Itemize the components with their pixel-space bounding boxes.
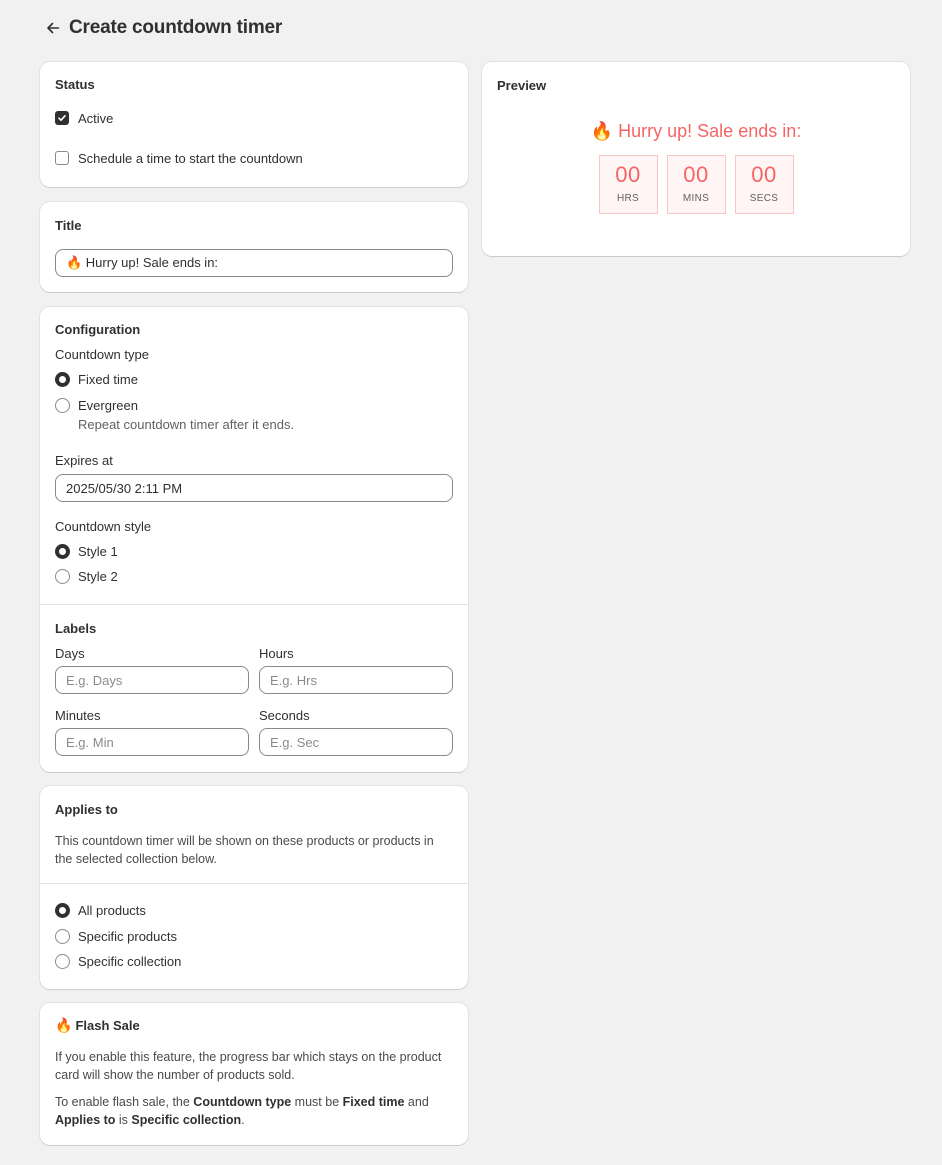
radio-style-2[interactable]: Style 2 (55, 566, 453, 586)
page-title: Create countdown timer (69, 17, 283, 38)
radio-style-1-control[interactable] (55, 543, 70, 559)
countdown-type-label: Countdown type (55, 347, 149, 362)
radio-specific-products-control[interactable] (55, 928, 70, 944)
radio-all-products[interactable]: All products (55, 900, 453, 920)
expires-at-value: 2025/05/30 2:11 PM (66, 480, 183, 496)
back-button[interactable] (40, 15, 66, 41)
title-card-heading: Title (55, 218, 82, 233)
active-checkbox[interactable] (55, 111, 69, 125)
radio-style-1[interactable]: Style 1 (55, 541, 453, 561)
radio-style-2-label: Style 2 (78, 568, 118, 584)
applies-to-title: Applies to (55, 802, 118, 817)
preview-title: Preview (497, 78, 547, 93)
flash-sale-title-row: 🔥 Flash Sale (55, 1017, 453, 1034)
expires-at-label: Expires at (55, 453, 113, 468)
radio-specific-products[interactable]: Specific products (55, 926, 453, 946)
radio-style-1-label: Style 1 (78, 543, 118, 559)
arrow-left-icon (47, 22, 60, 34)
flash-sale-strong: Specific collection (131, 1113, 242, 1127)
timer-minutes-value: 00 (683, 162, 709, 187)
radio-specific-products-label: Specific products (78, 928, 177, 944)
radio-specific-collection-label: Specific collection (78, 953, 182, 969)
flash-sale-text: and (404, 1095, 429, 1109)
radio-all-products-control[interactable] (55, 902, 70, 918)
radio-fixed-time[interactable]: Fixed time (55, 369, 453, 389)
timer-seconds-label: SECS (749, 193, 779, 204)
flash-sale-text: must be (291, 1095, 343, 1109)
flash-sale-strong: Fixed time (342, 1095, 405, 1109)
radio-specific-collection-control[interactable] (55, 953, 70, 969)
active-checkbox-row[interactable]: Active (55, 108, 453, 128)
seconds-label: Seconds (259, 708, 310, 723)
radio-evergreen[interactable]: Evergreen (55, 395, 453, 415)
radio-specific-collection[interactable]: Specific collection (55, 951, 453, 971)
flash-sale-strong: Countdown type (193, 1095, 292, 1109)
radio-evergreen-control[interactable] (55, 397, 70, 413)
status-card: Status Active Schedule a time to start t… (40, 62, 468, 187)
flash-sale-text: is (115, 1113, 132, 1127)
status-title: Status (55, 77, 95, 92)
days-input[interactable] (55, 666, 249, 694)
preview-card: Preview 🔥 Hurry up! Sale ends in: 00 HRS… (482, 62, 910, 256)
schedule-checkbox-row[interactable]: Schedule a time to start the countdown (55, 148, 453, 168)
labels-title: Labels (55, 621, 97, 636)
schedule-checkbox[interactable] (55, 151, 69, 165)
timer-minutes: 00 MINS (666, 155, 726, 214)
preview-heading: 🔥 Hurry up! Sale ends in: (590, 121, 802, 141)
configuration-title: Configuration (55, 322, 141, 337)
applies-to-card: Applies to This countdown timer will be … (40, 786, 468, 989)
flash-sale-card: 🔥 Flash Sale If you enable this feature,… (40, 1003, 468, 1145)
radio-style-2-control[interactable] (55, 568, 70, 584)
timer-minutes-label: MINS (682, 193, 710, 204)
flash-sale-text: To enable flash sale, the (55, 1095, 194, 1109)
timer-hours-label: HRS (616, 193, 639, 204)
radio-fixed-time-label: Fixed time (78, 371, 138, 387)
flash-sale-paragraph-1: If you enable this feature, the progress… (55, 1050, 442, 1082)
title-card: Title 🔥 Hurry up! Sale ends in: (40, 202, 468, 292)
applies-to-description: This countdown timer will be shown on th… (55, 834, 434, 866)
preview-timer: 00 HRS 00 MINS 00 SECS (497, 155, 895, 214)
active-label: Active (78, 110, 114, 126)
timer-hours-value: 00 (615, 162, 641, 187)
radio-evergreen-label: Evergreen (78, 397, 138, 413)
seconds-input[interactable] (259, 728, 453, 756)
countdown-style-label: Countdown style (55, 519, 152, 534)
flash-sale-strong: Applies to (55, 1113, 116, 1127)
flash-sale-title: Flash Sale (75, 1018, 140, 1033)
page-header: Create countdown timer (40, 14, 282, 42)
evergreen-help-text: Repeat countdown timer after it ends. (78, 417, 295, 432)
expires-at-input[interactable]: 2025/05/30 2:11 PM (55, 474, 453, 502)
schedule-label: Schedule a time to start the countdown (78, 150, 303, 166)
timer-hours: 00 HRS (598, 155, 658, 214)
flash-sale-text: . (241, 1113, 245, 1127)
timer-seconds: 00 SECS (734, 155, 794, 214)
minutes-label: Minutes (55, 708, 101, 723)
radio-all-products-label: All products (78, 902, 146, 918)
minutes-input[interactable] (55, 728, 249, 756)
configuration-card: Configuration Countdown type Fixed time … (40, 307, 468, 772)
hours-label: Hours (259, 646, 294, 661)
flash-sale-paragraph-2: To enable flash sale, the Countdown type… (55, 1093, 453, 1129)
radio-fixed-time-control[interactable] (55, 371, 70, 387)
checkmark-icon (58, 115, 66, 121)
hours-input[interactable] (259, 666, 453, 694)
days-label: Days (55, 646, 85, 661)
title-input[interactable]: 🔥 Hurry up! Sale ends in: (55, 249, 453, 277)
timer-seconds-value: 00 (751, 162, 777, 187)
fire-icon: 🔥 (55, 1017, 73, 1033)
title-input-value: 🔥 Hurry up! Sale ends in: (66, 255, 219, 270)
